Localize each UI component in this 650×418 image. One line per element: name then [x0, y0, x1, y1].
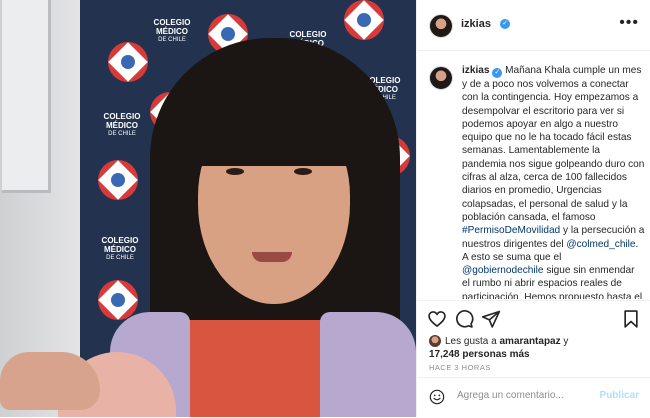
share-icon[interactable] — [481, 309, 501, 329]
more-options-icon[interactable]: ••• — [619, 14, 639, 32]
heart-icon[interactable] — [427, 309, 447, 329]
person-mouth — [252, 252, 292, 262]
wall-frame — [2, 0, 51, 193]
backdrop-brand-text: COLEGIO MÉDICODE CHILE — [101, 236, 139, 261]
backdrop-brand-text: COLEGIO MÉDICODE CHILE — [103, 112, 141, 137]
backdrop-brand-text: COLEGIO MÉDICODE CHILE — [153, 18, 191, 43]
caption-username[interactable]: izkias — [462, 65, 490, 76]
liker-link[interactable]: amarantapaz — [499, 336, 560, 347]
backdrop-logo — [98, 280, 138, 320]
likes-count-link[interactable]: 17,248 personas más — [429, 349, 530, 360]
avatar[interactable] — [429, 14, 453, 38]
instagram-post: COLEGIO MÉDICODE CHILE COLEGIO MÉDICODE … — [0, 0, 650, 417]
person-hand — [0, 352, 100, 410]
person-eye — [226, 168, 244, 175]
caption-area: izkias ✓ Mañana Khala cumple un mes y de… — [417, 52, 650, 299]
backdrop-logo — [344, 0, 384, 40]
backdrop-logo — [98, 160, 138, 200]
publish-button[interactable]: Publicar — [600, 390, 639, 401]
mention-link[interactable]: @colmed_chile — [566, 239, 635, 250]
likes-middle: y — [560, 336, 569, 347]
bookmark-icon[interactable] — [621, 309, 641, 329]
avatar[interactable] — [429, 66, 453, 90]
comment-icon[interactable] — [454, 309, 474, 329]
comment-input[interactable] — [457, 390, 587, 401]
post-timestamp[interactable]: HACE 3 HORAS — [429, 363, 491, 372]
liker-avatar[interactable] — [429, 335, 441, 348]
post-actions: Les gusta a amarantapaz y 17,248 persona… — [417, 300, 650, 417]
post-photo[interactable]: COLEGIO MÉDICODE CHILE COLEGIO MÉDICODE … — [0, 0, 416, 417]
person-cardigan — [320, 312, 416, 417]
caption-text: izkias ✓ Mañana Khala cumple un mes y de… — [462, 64, 645, 299]
hashtag-link[interactable]: #PermisoDeMovilidad — [462, 225, 560, 236]
emoji-icon[interactable] — [429, 389, 445, 405]
likes-summary: Les gusta a amarantapaz y 17,248 persona… — [429, 335, 568, 361]
backdrop-logo — [108, 42, 148, 82]
post-side-panel: izkias ✓ ••• izkias ✓ Mañana Khala cumpl… — [416, 0, 650, 417]
mention-link[interactable]: @gobiernodechile — [462, 265, 544, 276]
verified-icon: ✓ — [500, 19, 510, 29]
comment-bar: Publicar — [417, 377, 650, 418]
post-header: izkias ✓ ••• — [417, 0, 650, 51]
person-eye — [294, 168, 312, 175]
caption-body: Mañana Khala cumple un mes y de a poco n… — [462, 65, 645, 223]
likes-prefix: Les gusta a — [445, 336, 500, 347]
username-link[interactable]: izkias — [461, 18, 491, 30]
verified-icon: ✓ — [492, 68, 503, 78]
